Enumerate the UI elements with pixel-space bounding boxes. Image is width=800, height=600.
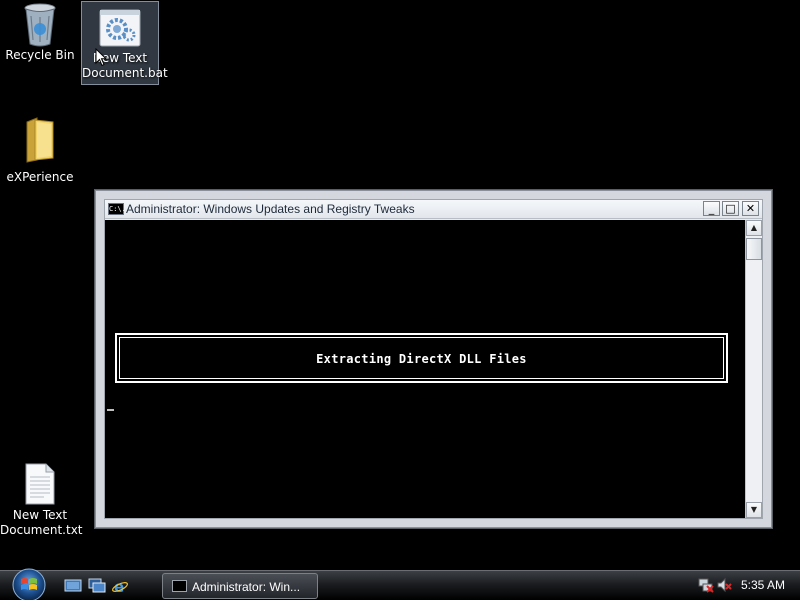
switch-windows-icon[interactable] — [88, 578, 106, 594]
text-document-icon — [25, 463, 55, 505]
scroll-down-button[interactable]: ▼ — [746, 502, 762, 518]
start-button[interactable] — [8, 567, 50, 600]
vertical-scrollbar[interactable]: ▲ ▼ — [745, 220, 762, 518]
taskbar-button-label: Administrator: Win... — [192, 580, 301, 594]
batch-file-gear-icon — [99, 9, 141, 47]
close-button[interactable]: ✕ — [742, 201, 759, 216]
console-window[interactable]: C:\. Administrator: Windows Updates and … — [95, 190, 772, 528]
internet-explorer-icon[interactable]: e — [111, 578, 129, 594]
console-app-icon: C:\. — [108, 203, 126, 215]
desktop-icon-label: New Text Document.txt — [0, 508, 83, 537]
title-bar[interactable]: C:\. Administrator: Windows Updates and … — [105, 200, 762, 219]
taskbar: e Administrator: Win... 5:35 AM — [0, 567, 800, 600]
message-box-inner-border: Extracting DirectX DLL Files — [119, 337, 724, 379]
minimize-button[interactable]: _ — [703, 201, 720, 216]
window-title: Administrator: Windows Updates and Regis… — [126, 202, 415, 216]
desktop-icon-label: eXPerience — [6, 170, 74, 184]
clock[interactable]: 5:35 AM — [741, 578, 785, 592]
maximize-button[interactable]: □ — [722, 201, 739, 216]
folder-icon — [26, 117, 54, 163]
console-frame: C:\. Administrator: Windows Updates and … — [104, 199, 763, 519]
network-disconnected-icon[interactable] — [698, 577, 714, 593]
recycle-bin-icon — [24, 3, 56, 47]
console-app-icon — [172, 580, 187, 592]
desktop-icon-label: Recycle Bin — [5, 48, 75, 62]
desktop-icon-bat-file[interactable]: New Text Document.bat — [81, 1, 168, 85]
desktop-icon-recycle-bin[interactable]: Recycle Bin — [0, 2, 80, 72]
scroll-up-button[interactable]: ▲ — [746, 220, 762, 236]
mouse-pointer-icon — [95, 48, 107, 67]
text-cursor — [107, 409, 114, 411]
volume-muted-icon[interactable] — [716, 577, 732, 593]
console-output[interactable]: Extracting DirectX DLL Files — [105, 220, 745, 518]
desktop-icon-text-file[interactable]: New Text Document.txt — [0, 462, 83, 542]
status-message: Extracting DirectX DLL Files — [316, 352, 527, 366]
message-box: Extracting DirectX DLL Files — [115, 333, 728, 383]
desktop-icon-experience-folder[interactable]: eXPerience — [0, 116, 80, 186]
show-desktop-icon[interactable] — [64, 578, 82, 594]
scroll-thumb[interactable] — [746, 238, 762, 260]
taskbar-button-console[interactable]: Administrator: Win... — [162, 573, 318, 599]
desktop-icon-label: New Text Document.bat — [82, 51, 168, 80]
